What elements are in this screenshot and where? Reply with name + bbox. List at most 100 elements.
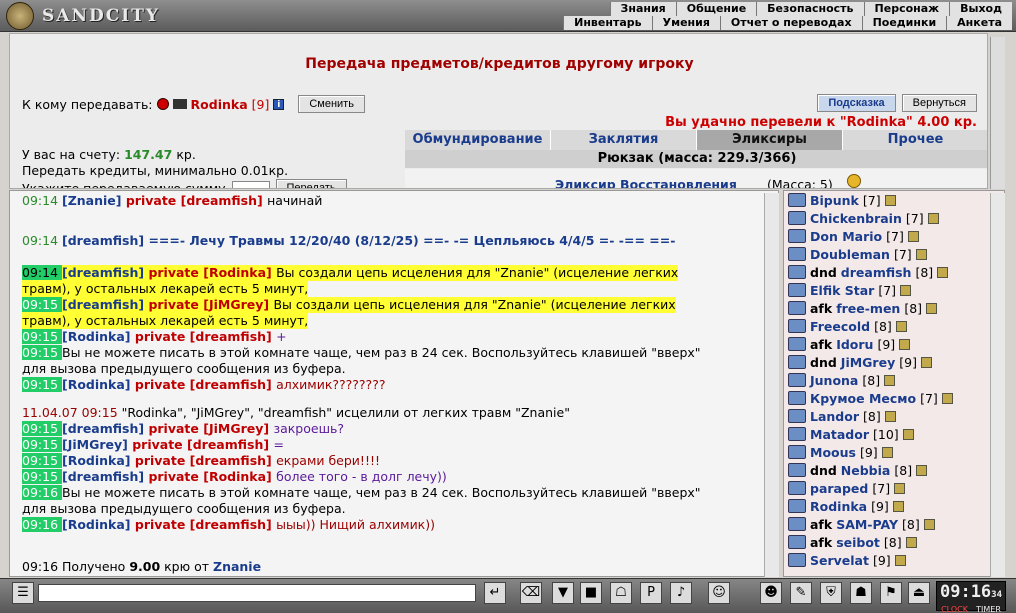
user-name[interactable]: dreamfish: [841, 265, 912, 280]
pen-icon[interactable]: ✎: [790, 582, 812, 604]
user-row[interactable]: Doubleman [7]: [788, 245, 927, 263]
info-icon[interactable]: [905, 536, 917, 548]
user-row[interactable]: Junona [8]: [788, 371, 896, 389]
info-icon[interactable]: [923, 518, 935, 530]
user-name[interactable]: Matador: [810, 427, 869, 442]
user-name[interactable]: Rodinka: [810, 499, 867, 514]
chat-input[interactable]: [38, 584, 476, 602]
info-icon[interactable]: [926, 302, 938, 314]
menu-exit[interactable]: Выход: [949, 2, 1012, 16]
user-name[interactable]: Servelat: [810, 553, 869, 568]
filter-icon[interactable]: ▼: [552, 582, 574, 604]
user-name[interactable]: Nebbia: [841, 463, 891, 478]
info-icon[interactable]: [916, 464, 928, 476]
user-row[interactable]: dnd JiMGrey [9]: [788, 353, 932, 371]
send-icon[interactable]: ↵: [484, 582, 506, 604]
tab-other[interactable]: Прочее: [843, 130, 987, 150]
clock-label[interactable]: CLOCK: [941, 605, 968, 613]
tab-elixirs[interactable]: Эликсиры: [697, 130, 843, 150]
chat-mode-icon[interactable]: ☰: [12, 582, 34, 604]
chat-nick[interactable]: [dreamfish]: [62, 421, 144, 436]
info-icon[interactable]: [900, 284, 912, 296]
chat-nick[interactable]: [Rodinka]: [62, 377, 131, 392]
private-msg-icon[interactable]: [788, 535, 806, 549]
translit-icon[interactable]: P: [640, 582, 662, 604]
private-msg-icon[interactable]: [788, 337, 806, 351]
item-name[interactable]: Эликсир Восстановления: [555, 177, 737, 188]
menu-character[interactable]: Персонаж: [863, 2, 950, 16]
chat-nick[interactable]: [dreamfish]: [62, 469, 144, 484]
user-name[interactable]: JiMGrey: [841, 355, 895, 370]
chat-timestamp[interactable]: 09:14: [22, 233, 62, 248]
info-icon[interactable]: [884, 194, 896, 206]
group-icon[interactable]: ☗: [850, 582, 872, 604]
walk-icon[interactable]: ☖: [610, 582, 632, 604]
user-row[interactable]: Landor [8]: [788, 407, 896, 425]
user-row[interactable]: Rodinka [9]: [788, 497, 904, 515]
chat-private-target[interactable]: private [dreamfish]: [128, 437, 274, 452]
user-row[interactable]: dnd dreamfish [8]: [788, 263, 949, 281]
menu-social[interactable]: Общение: [675, 2, 757, 16]
user-row[interactable]: afk free-men [8]: [788, 299, 938, 317]
private-msg-icon[interactable]: [788, 301, 806, 315]
private-msg-icon[interactable]: [788, 409, 806, 423]
private-msg-icon[interactable]: [788, 211, 806, 225]
chat-private-target[interactable]: private [dreamfish]: [131, 329, 277, 344]
private-msg-icon[interactable]: [788, 319, 806, 333]
info-icon[interactable]: [941, 392, 953, 404]
info-icon[interactable]: [892, 500, 904, 512]
menu-profile[interactable]: Анкета: [946, 16, 1012, 30]
user-row[interactable]: afk Idoru [9]: [788, 335, 911, 353]
private-msg-icon[interactable]: [788, 193, 806, 207]
info-icon[interactable]: i: [273, 98, 285, 110]
chat-nick[interactable]: [dreamfish]: [62, 265, 144, 280]
menu-security[interactable]: Безопасность: [756, 2, 864, 16]
menu-fights[interactable]: Поединки: [861, 16, 947, 30]
chat-timestamp[interactable]: 09:15: [22, 377, 62, 392]
back-button[interactable]: Вернуться: [901, 94, 977, 112]
amount-input[interactable]: [231, 181, 270, 188]
private-msg-icon[interactable]: [788, 463, 806, 477]
info-icon[interactable]: [894, 554, 906, 566]
chat-nick[interactable]: [dreamfish]: [62, 297, 144, 312]
private-msg-icon[interactable]: [788, 265, 806, 279]
hint-button[interactable]: Подсказка: [817, 94, 896, 112]
info-icon[interactable]: [927, 212, 939, 224]
menu-transfer-report[interactable]: Отчет о переводах: [719, 16, 862, 30]
menu-skills[interactable]: Умения: [651, 16, 720, 30]
user-name[interactable]: Junona: [810, 373, 858, 388]
flag-icon[interactable]: ⚑: [880, 582, 902, 604]
chat-nick[interactable]: Znanie: [213, 559, 261, 574]
chat-timestamp[interactable]: 09:15: [22, 453, 62, 468]
user-row[interactable]: Don Mario [7]: [788, 227, 919, 245]
info-icon[interactable]: [884, 410, 896, 422]
user-row[interactable]: Chickenbrain [7]: [788, 209, 939, 227]
user-name[interactable]: paraped: [810, 481, 868, 496]
save-icon[interactable]: ■: [580, 582, 602, 604]
user-row[interactable]: Elfik Star [7]: [788, 281, 912, 299]
chat-timestamp[interactable]: 09:15: [22, 469, 62, 484]
private-msg-icon[interactable]: [788, 499, 806, 513]
user-name[interactable]: SAM-PAY: [836, 517, 898, 532]
user-name[interactable]: Doubleman: [810, 247, 890, 262]
clear-icon[interactable]: ⌫: [520, 582, 542, 604]
chat-nick[interactable]: ===- Лечу Травмы 12/20/40 (8/12/25) ==- …: [144, 233, 675, 248]
tab-spells[interactable]: Заклятия: [551, 130, 697, 150]
chat-timestamp[interactable]: 09:16: [22, 559, 62, 574]
panel-scrollbar[interactable]: [990, 37, 1005, 189]
chat-nick[interactable]: [dreamfish]: [62, 233, 144, 248]
private-msg-icon[interactable]: [788, 283, 806, 297]
user-name[interactable]: free-men: [836, 301, 900, 316]
info-icon[interactable]: [907, 230, 919, 242]
smiley-icon[interactable]: ☺: [708, 582, 730, 604]
info-icon[interactable]: [915, 248, 927, 260]
user-name[interactable]: seibot: [836, 535, 880, 550]
chat-private-target[interactable]: private [dreamfish]: [131, 377, 277, 392]
send-button[interactable]: Передать: [275, 179, 347, 188]
exit-icon[interactable]: ⏏: [908, 582, 930, 604]
user-name[interactable]: Landor: [810, 409, 859, 424]
sound-icon[interactable]: ♪: [670, 582, 692, 604]
chat-private-target[interactable]: private [dreamfish]: [131, 453, 277, 468]
tab-equipment[interactable]: Обмундирование: [405, 130, 551, 150]
chat-timestamp[interactable]: 09:14: [22, 193, 62, 208]
